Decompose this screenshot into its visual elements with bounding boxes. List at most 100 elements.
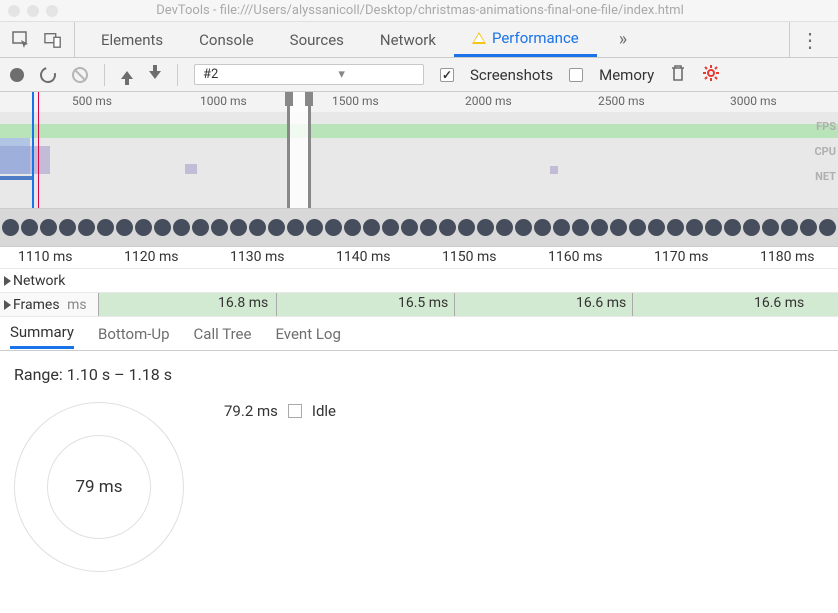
summary-tab-bar: Summary Bottom-Up Call Tree Event Log [0, 317, 838, 351]
screenshot-thumb[interactable] [515, 219, 532, 236]
screenshot-thumb[interactable] [477, 219, 494, 236]
ruler-tick: 1160 ms [548, 249, 602, 265]
screenshot-thumb[interactable] [306, 219, 323, 236]
screenshot-thumb[interactable] [363, 219, 380, 236]
screenshot-strip[interactable]: for(let i=0;i<44;i++)document.write('<di… [0, 209, 838, 247]
screenshot-thumb[interactable] [97, 219, 114, 236]
track-frames[interactable]: Frames ms 16.8 ms 16.5 ms 16.6 ms 16.6 m… [0, 293, 838, 317]
screenshot-thumb[interactable] [192, 219, 209, 236]
tab-performance-label: Performance [492, 29, 579, 47]
screenshot-thumb[interactable] [743, 219, 760, 236]
ruler-tick: 1000 ms [200, 94, 247, 108]
detail-ruler[interactable]: 1110 ms 1120 ms 1130 ms 1140 ms 1150 ms … [0, 247, 838, 269]
close-icon[interactable] [8, 5, 20, 17]
screenshot-thumb[interactable] [800, 219, 817, 236]
warning-icon [472, 32, 486, 44]
screenshot-thumb[interactable] [439, 219, 456, 236]
screenshot-thumb[interactable] [382, 219, 399, 236]
screenshot-thumb[interactable] [268, 219, 285, 236]
screenshot-thumb[interactable] [420, 219, 437, 236]
save-profile-icon[interactable] [149, 71, 161, 79]
cpu-label: CPU [814, 139, 836, 164]
recording-select[interactable]: #2 ▾ [194, 64, 424, 85]
screenshot-thumb[interactable] [534, 219, 551, 236]
memory-checkbox[interactable] [569, 68, 583, 82]
screenshot-thumb[interactable] [211, 219, 228, 236]
legend-row: 79.2 ms Idle [224, 402, 336, 420]
ruler-tick: 2000 ms [465, 94, 512, 108]
screenshot-thumb[interactable] [40, 219, 57, 236]
screenshot-thumb[interactable] [230, 219, 247, 236]
overview-selection[interactable] [287, 92, 311, 208]
tab-call-tree[interactable]: Call Tree [194, 320, 252, 348]
legend-label: Idle [312, 402, 336, 420]
screenshot-thumb[interactable] [21, 219, 38, 236]
tab-elements[interactable]: Elements [83, 22, 181, 57]
screenshot-thumb[interactable] [762, 219, 779, 236]
screenshot-thumb[interactable] [610, 219, 627, 236]
screenshot-thumb[interactable] [173, 219, 190, 236]
zoom-icon[interactable] [46, 5, 58, 17]
frame-duration[interactable]: 16.6 ms [576, 295, 626, 311]
tab-performance[interactable]: Performance [454, 22, 597, 57]
track-network[interactable]: Network [0, 269, 838, 293]
fps-lane [0, 112, 838, 138]
expand-icon[interactable] [4, 300, 11, 310]
gc-button[interactable] [670, 64, 686, 86]
screenshot-thumb[interactable] [249, 219, 266, 236]
minimize-icon[interactable] [27, 5, 39, 17]
screenshot-thumb[interactable] [154, 219, 171, 236]
frame-duration[interactable]: 16.8 ms [218, 295, 268, 311]
device-toggle-icon[interactable] [44, 31, 62, 49]
record-button[interactable] [10, 68, 24, 82]
ruler-tick: 1180 ms [760, 249, 814, 265]
tab-event-log[interactable]: Event Log [275, 320, 340, 348]
screenshot-thumb[interactable] [553, 219, 570, 236]
screenshot-thumb[interactable] [629, 219, 646, 236]
timeline-overview[interactable]: 500 ms 1000 ms 1500 ms 2000 ms 2500 ms 3… [0, 92, 838, 209]
tab-console[interactable]: Console [181, 22, 272, 57]
window-controls[interactable] [8, 5, 58, 17]
screenshot-thumb[interactable] [572, 219, 589, 236]
screenshot-thumb[interactable] [496, 219, 513, 236]
screenshot-thumb[interactable] [344, 219, 361, 236]
screenshot-thumb[interactable] [458, 219, 475, 236]
screenshot-thumb[interactable] [686, 219, 703, 236]
ruler-tick: 1130 ms [230, 249, 284, 265]
ruler-tick: 3000 ms [730, 94, 777, 108]
screenshot-thumb[interactable] [116, 219, 133, 236]
tab-sources[interactable]: Sources [272, 22, 362, 57]
screenshot-thumb[interactable] [2, 219, 19, 236]
range-text: Range: 1.10 s – 1.18 s [14, 365, 824, 384]
screenshot-thumb[interactable] [648, 219, 665, 236]
settings-icon[interactable] [702, 64, 720, 86]
screenshot-thumb[interactable] [667, 219, 684, 236]
ruler-tick: 1500 ms [332, 94, 379, 108]
tab-bottom-up[interactable]: Bottom-Up [98, 320, 170, 348]
frame-duration[interactable]: 16.6 ms [754, 295, 804, 311]
frame-duration[interactable]: 16.5 ms [398, 295, 448, 311]
screenshot-thumb[interactable] [135, 219, 152, 236]
screenshots-checkbox[interactable] [440, 68, 454, 82]
screenshot-thumb[interactable] [724, 219, 741, 236]
clear-button[interactable] [72, 67, 88, 83]
screenshot-thumb[interactable] [287, 219, 304, 236]
screenshot-thumb[interactable] [325, 219, 342, 236]
tab-network[interactable]: Network [362, 22, 454, 57]
reload-record-button[interactable] [37, 64, 59, 86]
expand-icon[interactable] [4, 276, 11, 286]
screenshot-thumb[interactable] [78, 219, 95, 236]
screenshot-thumb[interactable] [59, 219, 76, 236]
overview-cursor[interactable] [32, 92, 34, 208]
screenshot-thumb[interactable] [819, 219, 836, 236]
tab-summary[interactable]: Summary [10, 318, 74, 349]
screenshot-thumb[interactable] [591, 219, 608, 236]
legend-value: 79.2 ms [224, 402, 278, 420]
screenshot-thumb[interactable] [401, 219, 418, 236]
devtools-menu-icon[interactable]: ⋮ [789, 22, 830, 57]
inspect-icon[interactable] [12, 31, 30, 49]
screenshot-thumb[interactable] [781, 219, 798, 236]
tabs-overflow[interactable]: » [601, 22, 645, 57]
load-profile-icon[interactable] [121, 71, 133, 79]
screenshot-thumb[interactable] [705, 219, 722, 236]
